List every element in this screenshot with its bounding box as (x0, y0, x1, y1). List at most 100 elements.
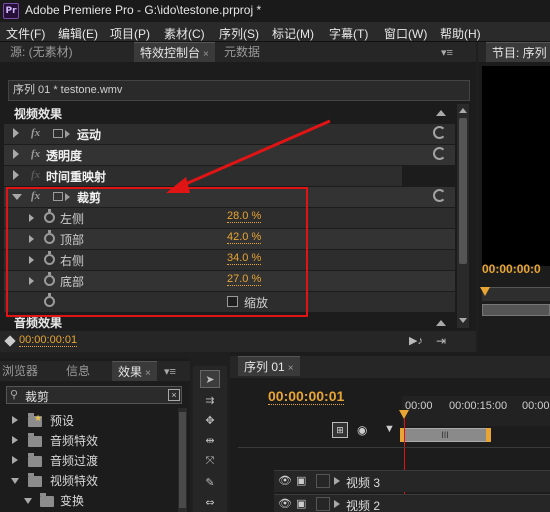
timeline-panel: 序列 01 × 00:00:00:01 ⊞ ◉ ▼ 00:00 00:00:15:… (230, 352, 550, 512)
marker-icon[interactable]: ▼ (384, 423, 395, 435)
tree-item-audio-transitions[interactable]: 音频过渡 (6, 451, 178, 471)
menu-marker[interactable]: 标记(M) (272, 25, 314, 42)
effect-timecode[interactable]: 00:00:00:01 (19, 334, 78, 347)
tree-item-video-effects[interactable]: 视频特效 (6, 471, 178, 491)
program-zoom-bar[interactable] (482, 304, 550, 316)
ruler-label: 00:00 (405, 400, 433, 412)
expand-triangle-icon[interactable] (13, 149, 19, 159)
menu-edit[interactable]: 编辑(E) (58, 25, 98, 42)
search-icon: ⚲ (10, 389, 19, 401)
expand-triangle-icon[interactable] (334, 500, 340, 508)
export-icon[interactable]: ⇥ (436, 334, 446, 348)
effect-row-time-remapping[interactable]: fx 时间重映射 (4, 166, 402, 186)
tree-label: 变换 (60, 494, 85, 508)
effect-row-opacity[interactable]: fx 透明度 (4, 145, 455, 165)
program-viewer (482, 66, 550, 266)
fx-icon[interactable]: fx (31, 127, 40, 139)
program-timecode[interactable]: 00:00:00:0 (482, 262, 541, 276)
lock-toggle[interactable] (316, 497, 330, 511)
collapse-up-icon[interactable] (436, 320, 446, 326)
star-icon: ★ (34, 413, 43, 423)
expand-triangle-icon[interactable] (13, 170, 19, 180)
tree-item-audio-effects[interactable]: 音频特效 (6, 431, 178, 451)
snap-icon[interactable]: ⊞ (332, 422, 348, 438)
slip-tool-icon[interactable]: ⇔ (200, 494, 220, 512)
reset-icon[interactable] (433, 126, 446, 139)
tree-label: 音频过渡 (50, 454, 99, 468)
time-ruler[interactable]: 00:00 00:00:15:00 00:00 (402, 396, 550, 426)
expand-triangle-icon[interactable] (334, 477, 340, 485)
tab-metadata[interactable]: 元数据 (218, 42, 266, 62)
close-icon[interactable]: × (145, 368, 151, 379)
keyframe-icon (4, 335, 16, 347)
eye-icon[interactable]: 👁 (278, 474, 292, 487)
effects-search-box[interactable]: ⚲ 裁剪 × (6, 386, 182, 404)
rate-stretch-tool-icon[interactable]: ⤧ (200, 452, 220, 470)
work-area-end-handle[interactable] (486, 428, 491, 442)
tab-effect-controls[interactable]: 特效控制台 × (134, 42, 215, 62)
expand-triangle-icon[interactable] (12, 456, 18, 464)
rolling-edit-tool-icon[interactable]: ⇹ (200, 432, 220, 450)
reset-icon[interactable] (433, 147, 446, 160)
collapse-triangle-icon[interactable] (24, 498, 32, 504)
scroll-up-icon[interactable] (459, 108, 467, 113)
menu-window[interactable]: 窗口(W) (384, 25, 427, 42)
ripple-edit-tool-icon[interactable]: ✥ (200, 412, 220, 430)
tree-label: 预设 (50, 414, 75, 428)
collapse-triangle-icon[interactable] (11, 478, 19, 484)
search-input[interactable]: 裁剪 (25, 388, 49, 405)
menu-sequence[interactable]: 序列(S) (219, 25, 259, 42)
reset-icon[interactable] (433, 189, 446, 202)
collapse-up-icon[interactable] (436, 110, 446, 116)
clear-search-icon[interactable]: × (168, 389, 180, 401)
add-marker-icon[interactable]: ◉ (357, 423, 367, 437)
timeline-timecode[interactable]: 00:00:00:01 (268, 388, 345, 405)
close-icon[interactable]: × (203, 49, 209, 60)
menu-project[interactable]: 项目(P) (110, 25, 150, 42)
panel-menu-icon[interactable]: ▾≡ (441, 46, 453, 59)
eye-icon[interactable]: 👁 (278, 497, 292, 510)
track-label: 视频 3 (346, 476, 381, 490)
browser-tabbar: 浏览器 信息 效果 × ▾≡ (0, 361, 190, 381)
panel-menu-icon[interactable]: ▾≡ (164, 365, 176, 378)
lock-toggle[interactable] (316, 474, 330, 488)
tab-media-browser[interactable]: 浏览器 (0, 361, 44, 381)
menu-bar: 文件(F) 编辑(E) 项目(P) 素材(C) 序列(S) 标记(M) 字幕(T… (0, 22, 550, 42)
selection-tool-icon[interactable]: ➤ (200, 370, 220, 388)
effect-controls-scrollbar[interactable] (457, 104, 469, 328)
tab-program[interactable]: 节目: 序列 (486, 42, 550, 62)
playhead-icon[interactable] (480, 287, 490, 296)
tab-info[interactable]: 信息 (60, 361, 96, 381)
close-icon[interactable]: × (288, 363, 294, 374)
scroll-thumb[interactable] (179, 412, 186, 508)
motion-transform-icon[interactable] (53, 129, 63, 138)
expand-triangle-icon[interactable] (12, 436, 18, 444)
effect-row-motion[interactable]: fx 运动 (4, 124, 455, 144)
scroll-thumb[interactable] (459, 118, 467, 264)
track-select-tool-icon[interactable]: ⇉ (200, 392, 220, 410)
fx-icon[interactable]: fx (31, 148, 40, 160)
expand-triangle-icon[interactable] (12, 416, 18, 424)
expand-triangle-icon[interactable] (13, 128, 19, 138)
track-row-video2[interactable]: 👁 ▣ 视频 2 (274, 494, 550, 512)
audio-play-icon[interactable]: ▶♪ (409, 334, 423, 347)
menu-title[interactable]: 字幕(T) (329, 25, 368, 42)
razor-tool-icon[interactable]: ✎ (200, 474, 220, 492)
tree-item-presets[interactable]: ★ 预设 (6, 411, 178, 431)
menu-file[interactable]: 文件(F) (6, 25, 45, 42)
film-icon[interactable]: ▣ (296, 497, 306, 510)
program-tabbar: 节目: 序列 (478, 42, 550, 62)
work-area-bar[interactable]: III (400, 428, 490, 442)
program-timeline-ruler[interactable] (482, 287, 550, 301)
film-icon[interactable]: ▣ (296, 474, 306, 487)
tree-item-transform[interactable]: 变换 (6, 491, 178, 511)
tab-sequence[interactable]: 序列 01 × (238, 356, 300, 376)
track-row-video3[interactable]: 👁 ▣ 视频 3 (274, 470, 550, 492)
menu-help[interactable]: 帮助(H) (440, 25, 481, 42)
tools-grip (193, 358, 227, 366)
scroll-down-icon[interactable] (459, 318, 467, 323)
browser-scrollbar[interactable] (178, 408, 187, 512)
tab-source[interactable]: 源: (无素材) (4, 42, 79, 62)
menu-clip[interactable]: 素材(C) (164, 25, 205, 42)
tab-effects[interactable]: 效果 × (112, 361, 157, 381)
